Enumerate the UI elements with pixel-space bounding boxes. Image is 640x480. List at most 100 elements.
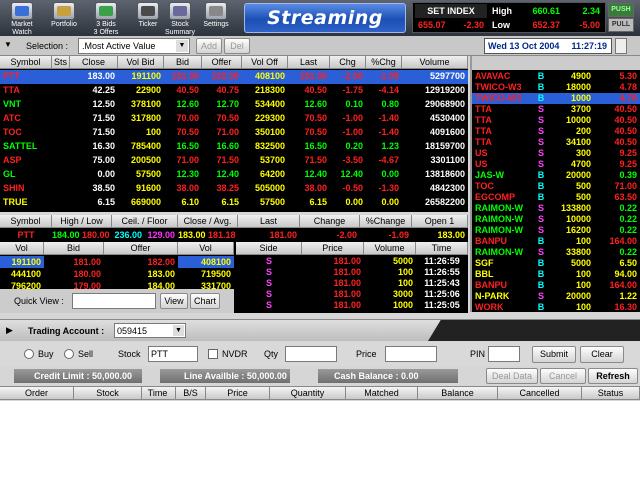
table-row[interactable]: SATTEL 16.30 785400 16.50 16.60 832500 16.50 0.…: [0, 140, 468, 154]
ticker-row[interactable]: JAS-W B 20000 0.39: [472, 170, 640, 181]
cell-chg: 0.20: [345, 141, 363, 151]
ticker-row[interactable]: TOC B 500 71.00: [472, 181, 640, 192]
selection-dropdown[interactable]: .Most Active Value ▼: [78, 38, 190, 54]
sell-radio[interactable]: [64, 349, 74, 359]
chevron-down-icon[interactable]: ▼: [176, 40, 188, 52]
clear-button[interactable]: Clear: [580, 346, 624, 363]
market-watch-button[interactable]: Market Watch: [2, 2, 42, 36]
ticker-row[interactable]: BBL B 100 94.00: [472, 269, 640, 280]
ticker-row[interactable]: RAIMON-W S 33800 0.22: [472, 247, 640, 258]
trading-account-dropdown[interactable]: 059415 ▼: [114, 323, 186, 338]
cell-offer: 71.00: [216, 127, 239, 137]
quick-view-input[interactable]: [72, 293, 156, 309]
ticker-row[interactable]: SGF B 5000 6.50: [472, 258, 640, 269]
submit-button[interactable]: Submit: [532, 346, 576, 363]
pull-button[interactable]: PULL: [608, 18, 634, 32]
push-button[interactable]: PUSH: [608, 3, 634, 17]
orders-column-header[interactable]: B/S: [176, 387, 206, 400]
orders-column-header[interactable]: Cancelled: [498, 387, 582, 400]
table-row[interactable]: TOC 71.50 100 70.50 71.00 350100 70.50 -1.00 -1.…: [0, 126, 468, 140]
ticker-row[interactable]: RAIMON-W S 10000 0.22: [472, 214, 640, 225]
portfolio-button[interactable]: Portfolio: [44, 2, 84, 34]
bids-offers-button[interactable]: 3 Bids 3 Offers: [86, 2, 126, 36]
chart-button[interactable]: Chart: [190, 293, 220, 309]
table-row[interactable]: ASP 75.00 200500 71.00 71.50 53700 71.50 -3.50 -…: [0, 154, 468, 168]
orders-column-header[interactable]: Status: [582, 387, 640, 400]
table-row[interactable]: TRUE 6.15 669000 6.10 6.15 57500 6.15 0.00 0.00 2…: [0, 196, 468, 210]
orders-column-header[interactable]: Stock: [74, 387, 142, 400]
column-header[interactable]: Sts: [52, 56, 70, 69]
stock-input[interactable]: [148, 346, 198, 362]
qty-input[interactable]: [285, 346, 337, 362]
ticker-volume: 20000: [565, 170, 591, 180]
del-button[interactable]: Del: [224, 38, 250, 54]
ticker-row[interactable]: AVAVAC B 4900 5.30: [472, 71, 640, 82]
pin-input[interactable]: [488, 346, 520, 362]
ticker-side: B: [537, 258, 545, 268]
ticker-row[interactable]: EGCOMP B 500 63.50: [472, 192, 640, 203]
refresh-button[interactable]: Refresh: [588, 368, 638, 384]
ticker-row[interactable]: TTA S 3700 40.50: [472, 104, 640, 115]
cell-symbol: SATTEL: [3, 141, 38, 151]
tick-price: 181.00: [333, 289, 361, 299]
ticker-row[interactable]: TTA S 10000 40.50: [472, 115, 640, 126]
tick-volume: 1000: [392, 300, 413, 310]
column-header[interactable]: Chg: [330, 56, 366, 69]
ticker-row[interactable]: US S 4700 9.25: [472, 159, 640, 170]
ticker-row[interactable]: RAIMON-W S 16200 0.22: [472, 225, 640, 236]
orders-column-header[interactable]: Matched: [346, 387, 418, 400]
orders-column-header[interactable]: Order: [0, 387, 74, 400]
ticker-row[interactable]: TWICO-W3 B 18000 4.78: [472, 82, 640, 93]
cell-offer: 71.50: [216, 155, 239, 165]
ticker-row[interactable]: US S 300 9.25: [472, 148, 640, 159]
orders-column-header[interactable]: Quantity: [270, 387, 346, 400]
column-header[interactable]: Bid: [164, 56, 202, 69]
table-row[interactable]: ATC 71.50 317800 70.00 70.50 229300 70.50 -1.00…: [0, 112, 468, 126]
column-header[interactable]: %Chg: [366, 56, 402, 69]
bid-volume: 444100: [10, 269, 41, 279]
arrow-down-icon[interactable]: ▼: [4, 40, 12, 49]
ticker-row[interactable]: BANPU B 100 164.00: [472, 280, 640, 291]
ticker-row[interactable]: N-PARK S 20000 1.22: [472, 291, 640, 302]
table-row[interactable]: PTT 183.00 191100 181.00 182.00 408100 181.00 -…: [0, 70, 468, 84]
chevron-down-icon[interactable]: ▼: [173, 325, 184, 336]
table-row[interactable]: VNT 12.50 378100 12.60 12.70 534400 12.60 0.10 0…: [0, 98, 468, 112]
pin-label: PIN: [470, 349, 486, 359]
ticker-row[interactable]: TTA S 34100 40.50: [472, 137, 640, 148]
ticker-row[interactable]: TTA S 200 40.50: [472, 126, 640, 137]
orders-column-header[interactable]: Time: [140, 387, 176, 400]
orders-column-header[interactable]: Balance: [418, 387, 498, 400]
column-header[interactable]: Vol Off: [242, 56, 288, 69]
table-row[interactable]: TTA 42.25 22900 40.50 40.75 218300 40.50 -1.75 -…: [0, 84, 468, 98]
column-header[interactable]: Last: [288, 56, 330, 69]
quote-header: Close / Avg.: [178, 215, 238, 228]
column-header[interactable]: Close: [70, 56, 118, 69]
ticker-row[interactable]: WORK B 100 16.30: [472, 302, 640, 313]
ticker-side: S: [537, 225, 544, 235]
table-row[interactable]: GL 0.00 57500 12.30 12.40 64200 12.40 12.40 0.00…: [0, 168, 468, 182]
grid-icon[interactable]: [615, 38, 627, 54]
ticker-row[interactable]: RAIMON-W S 133800 0.22: [472, 203, 640, 214]
cancel-button[interactable]: Cancel: [540, 368, 586, 384]
nvdr-checkbox[interactable]: [208, 349, 218, 359]
table-row[interactable]: SHIN 38.50 91600 38.00 38.25 505000 38.00 -0.50…: [0, 182, 468, 196]
stock-summary-button[interactable]: Stock Summary: [160, 2, 200, 36]
column-header[interactable]: Symbol: [0, 56, 52, 69]
buy-radio[interactable]: [24, 349, 34, 359]
orders-column-header[interactable]: Price: [206, 387, 270, 400]
view-button[interactable]: View: [160, 293, 188, 309]
add-button[interactable]: Add: [196, 38, 222, 54]
column-header[interactable]: Offer: [202, 56, 242, 69]
ticker-symbol: TWICO-W3: [475, 82, 522, 92]
ticker-volume: 133800: [560, 203, 591, 213]
price-input[interactable]: [385, 346, 437, 362]
cell-close: 42.25: [92, 85, 115, 95]
ticker-row[interactable]: TWICO-W3 B 1000 4.78: [472, 93, 640, 104]
deal-data-button[interactable]: Deal Data: [486, 368, 538, 384]
settings-button[interactable]: Settings: [196, 2, 236, 34]
cell-symbol: GL: [3, 169, 16, 179]
column-header[interactable]: Vol Bid: [118, 56, 164, 69]
ticker-side: B: [537, 93, 545, 103]
ticker-row[interactable]: BANPU B 100 164.00: [472, 236, 640, 247]
column-header[interactable]: Volume: [402, 56, 468, 69]
